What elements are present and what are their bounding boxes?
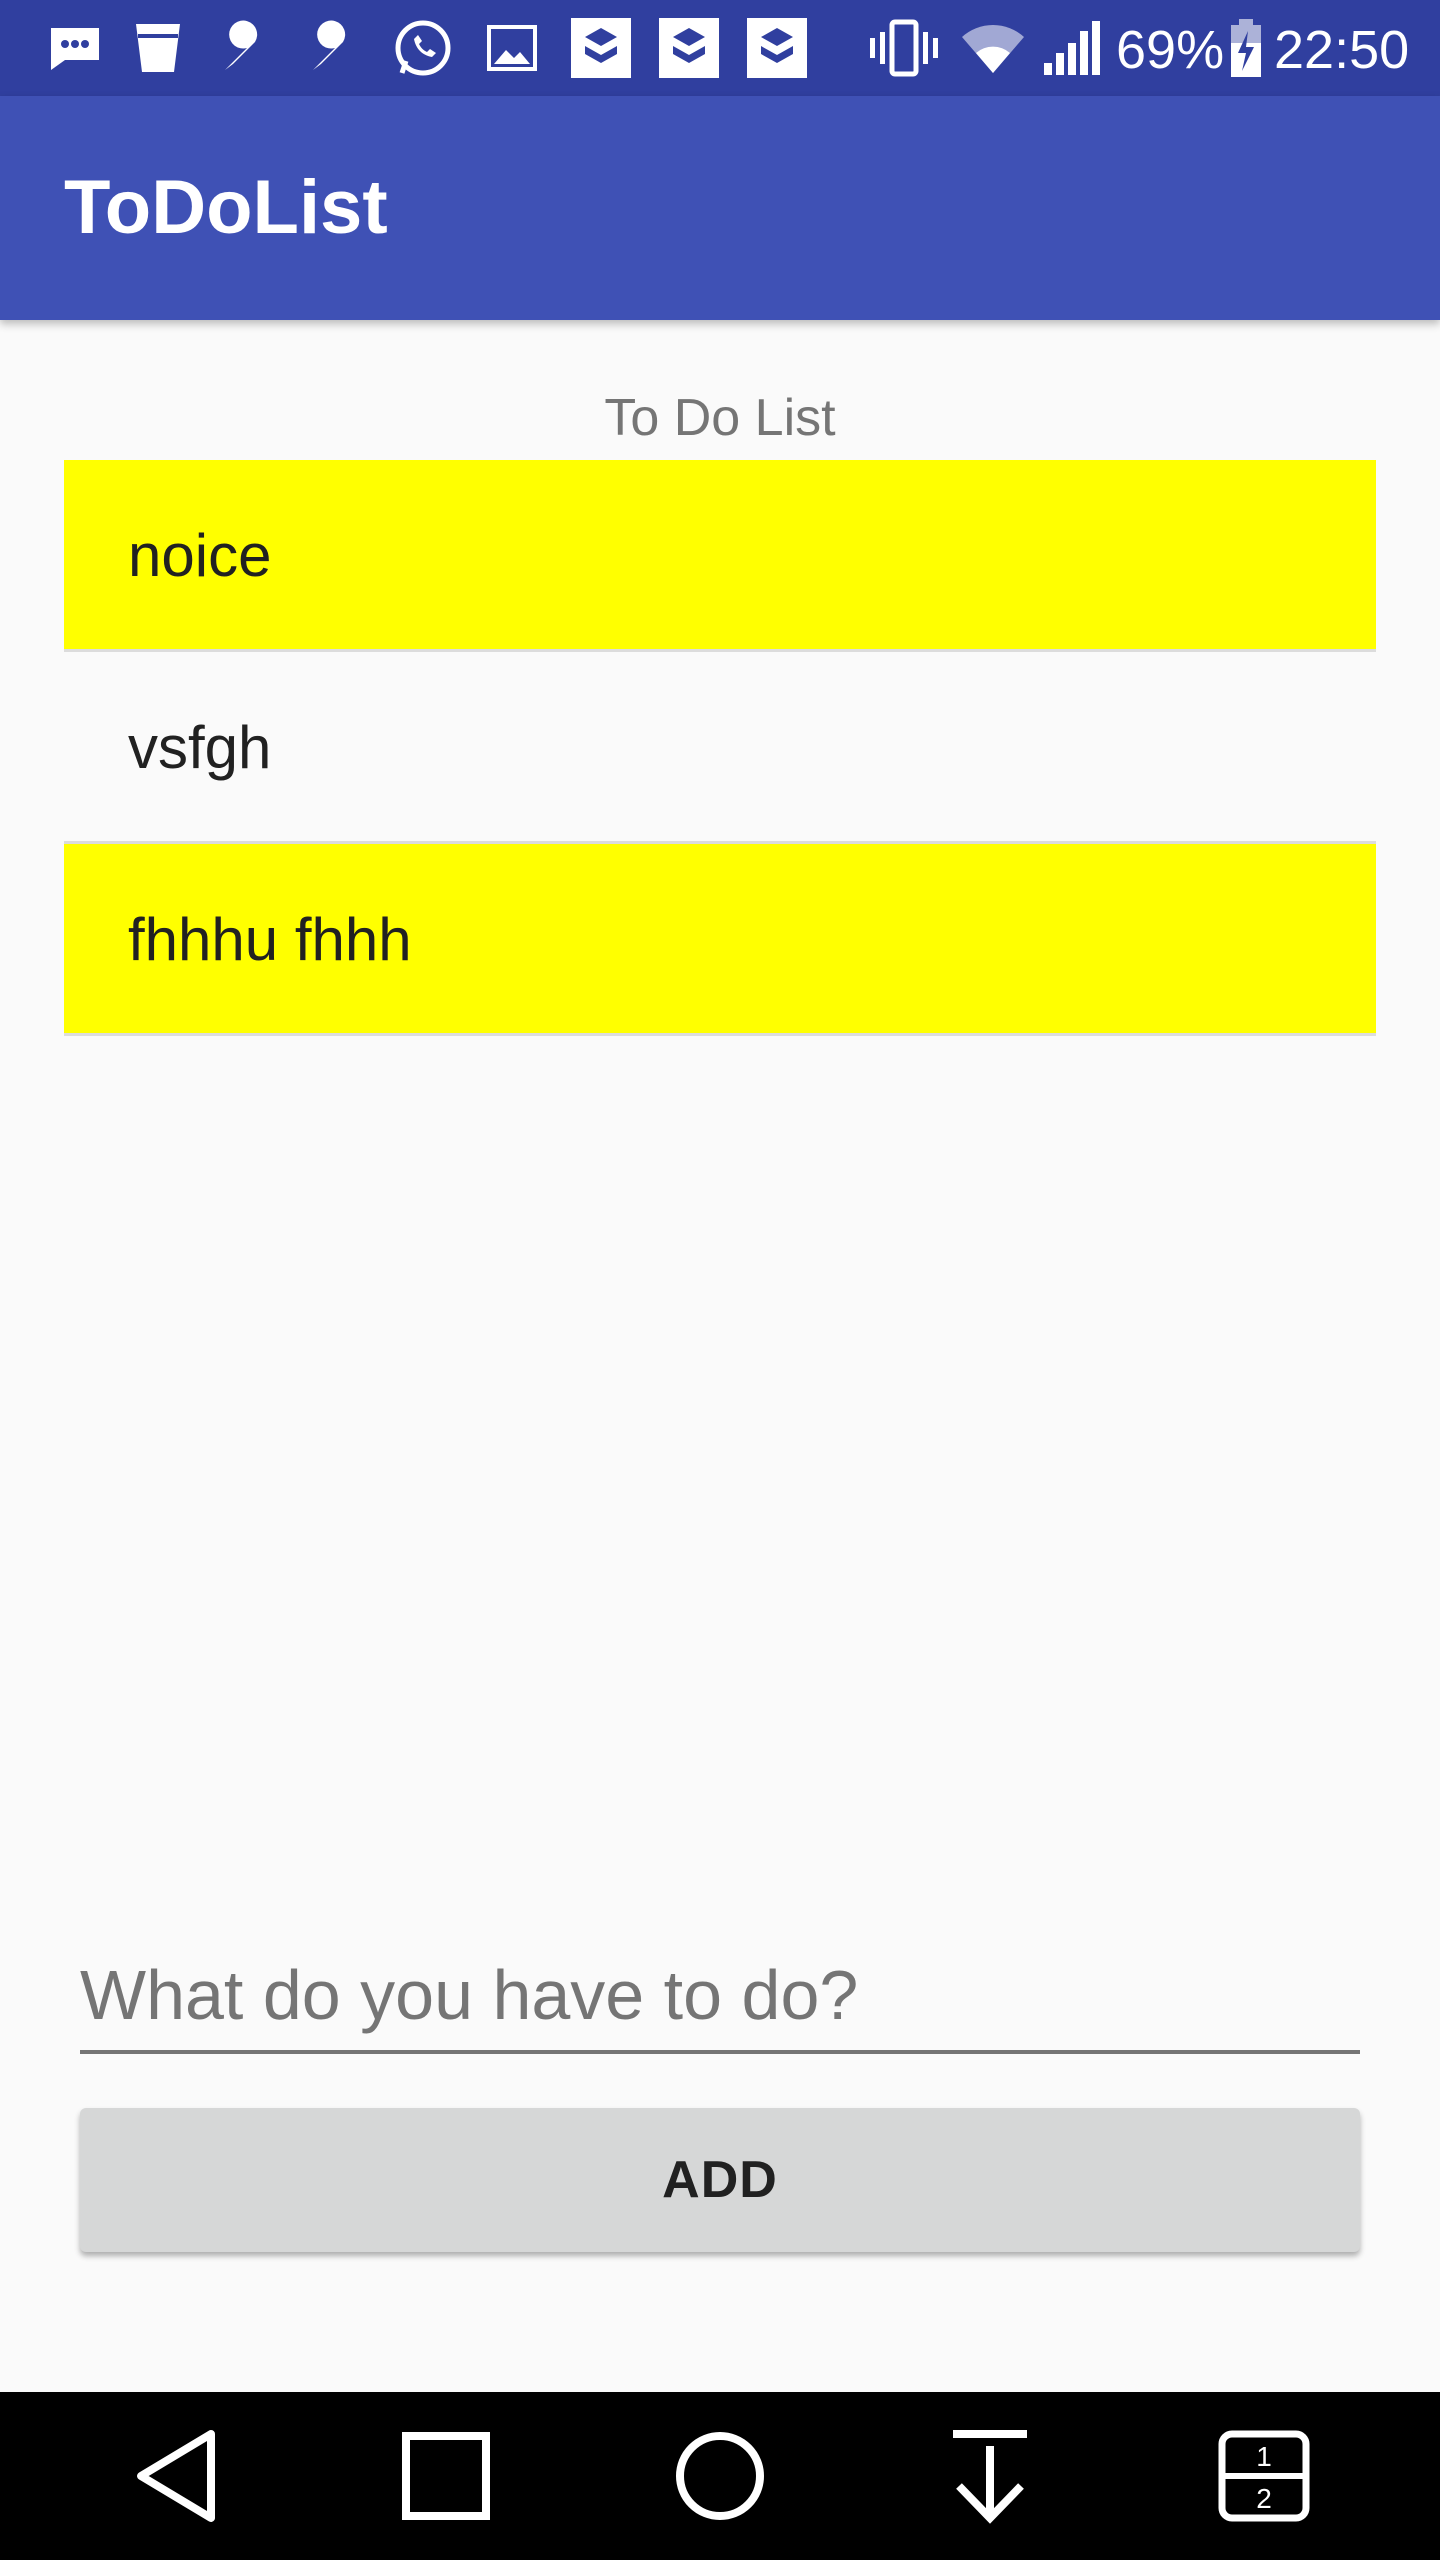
list-header: To Do List <box>604 389 836 447</box>
app-icon <box>654 16 724 80</box>
todo-list: noice vsfgh fhhhu fhhh <box>64 460 1376 1036</box>
clock: 22:50 <box>1274 20 1410 80</box>
svg-text:1: 1 <box>1256 2441 1272 2472</box>
app-icon <box>742 16 812 80</box>
app-bar: ToDoList <box>0 96 1440 320</box>
cup-icon <box>128 16 188 80</box>
home-icon[interactable] <box>660 2416 780 2536</box>
message-icon <box>40 16 110 80</box>
notifications-down-icon[interactable] <box>930 2416 1050 2536</box>
back-icon[interactable] <box>116 2416 236 2536</box>
app-title: ToDoList <box>64 165 388 250</box>
dual-window-icon[interactable]: 12 <box>1204 2416 1324 2536</box>
vibrate-icon <box>866 16 942 80</box>
battery-percent: 69% <box>1116 20 1225 80</box>
todo-item-label: vsfgh <box>128 714 272 781</box>
recents-icon[interactable] <box>386 2416 506 2536</box>
add-button[interactable]: ADD <box>80 2108 1360 2252</box>
todo-item-label: fhhhu fhhh <box>128 906 412 973</box>
signal-icon <box>1040 16 1104 80</box>
todo-item[interactable]: fhhhu fhhh <box>64 844 1376 1036</box>
battery-charging-icon <box>1226 16 1266 80</box>
wrench-icon <box>212 16 282 80</box>
app-icon <box>566 16 636 80</box>
svg-text:2: 2 <box>1256 2483 1272 2514</box>
todo-item-label: noice <box>128 522 272 589</box>
wrench-icon <box>300 16 370 80</box>
todo-item[interactable]: noice <box>64 460 1376 652</box>
wifi-icon <box>958 16 1028 80</box>
whatsapp-icon <box>388 16 458 80</box>
image-icon <box>482 16 542 80</box>
status-bar: 69% 22:50 <box>0 0 1440 96</box>
todo-item[interactable]: vsfgh <box>64 652 1376 844</box>
todo-input[interactable] <box>80 1940 1360 2054</box>
navigation-bar: 12 <box>0 2392 1440 2560</box>
